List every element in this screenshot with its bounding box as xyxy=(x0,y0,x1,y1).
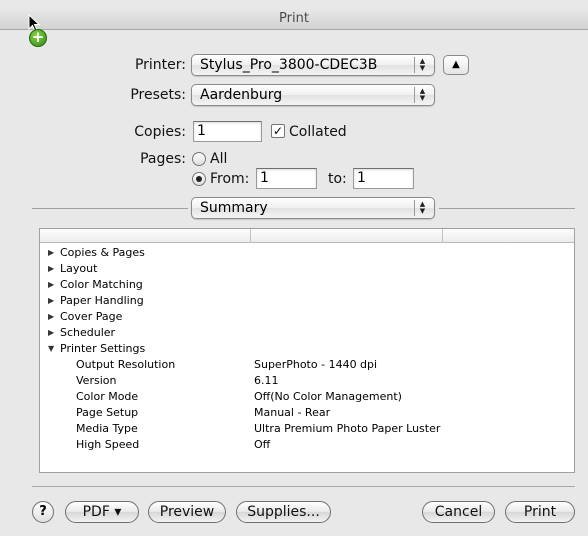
triangle-down-icon: ▼ xyxy=(48,344,55,353)
triangle-right-icon: ▶ xyxy=(48,248,55,257)
cancel-button[interactable]: Cancel xyxy=(422,501,495,523)
copies-field[interactable]: 1 xyxy=(193,121,262,142)
summary-list[interactable]: ▶ Copies & Pages ▶ Layout ▶ Color Matchi… xyxy=(39,228,575,473)
section-label: Printer Settings xyxy=(60,342,146,355)
section-cover-page[interactable]: ▶ Cover Page xyxy=(40,309,574,325)
pages-to-label: to: xyxy=(328,171,347,187)
triangle-right-icon: ▶ xyxy=(48,328,55,337)
section-label: Color Matching xyxy=(60,278,143,291)
section-label: Copies & Pages xyxy=(60,246,145,259)
pages-from-label: From: xyxy=(210,171,250,187)
setting-value: Ultra Premium Photo Paper Luster xyxy=(254,422,441,435)
pages-from-radio[interactable] xyxy=(192,172,206,186)
print-dialog: Print + Printer: Stylus_Pro_3800-CDEC3B … xyxy=(0,0,588,536)
setting-value: SuperPhoto - 1440 dpi xyxy=(254,358,378,371)
column-divider xyxy=(442,229,443,243)
setting-name: Output Resolution xyxy=(76,358,176,371)
presets-value: Aardenburg xyxy=(200,87,283,103)
panel-value: Summary xyxy=(200,200,268,216)
column-divider xyxy=(250,229,251,243)
pages-all-label: All xyxy=(210,151,228,167)
setting-name: High Speed xyxy=(76,438,140,451)
updown-arrows-icon: ▲ ▼ xyxy=(414,57,430,73)
setting-name: Version xyxy=(76,374,117,387)
section-copies-pages[interactable]: ▶ Copies & Pages xyxy=(40,245,574,261)
pages-label: Pages: xyxy=(140,151,186,167)
triangle-right-icon: ▶ xyxy=(48,280,55,289)
setting-value: Off xyxy=(254,438,271,451)
pages-all-radio[interactable] xyxy=(192,152,206,166)
setting-row: Color Mode Off(No Color Management) xyxy=(40,389,574,405)
print-button[interactable]: Print xyxy=(505,501,575,523)
pages-from-field[interactable]: 1 xyxy=(256,168,317,189)
section-label: Scheduler xyxy=(60,326,116,339)
presets-label: Presets: xyxy=(130,87,186,103)
preview-button[interactable]: Preview xyxy=(148,501,226,523)
separator-right xyxy=(439,208,575,209)
triangle-right-icon: ▶ xyxy=(48,312,55,321)
setting-name: Media Type xyxy=(76,422,138,435)
setting-row: Page Setup Manual - Rear xyxy=(40,405,574,421)
printer-value: Stylus_Pro_3800-CDEC3B xyxy=(200,57,378,73)
plus-badge-icon: + xyxy=(29,29,47,47)
triangle-up-icon: ▲ xyxy=(452,59,460,70)
pdf-button[interactable]: PDF ▾ xyxy=(65,501,139,523)
help-button[interactable]: ? xyxy=(32,501,54,523)
disclosure-button[interactable]: ▲ xyxy=(443,55,469,75)
summary-column-header xyxy=(40,229,574,243)
setting-row: Version 6.11 xyxy=(40,373,574,389)
presets-popup[interactable]: Aardenburg ▲ ▼ xyxy=(191,84,435,106)
setting-row: Media Type Ultra Premium Photo Paper Lus… xyxy=(40,421,574,437)
separator-left xyxy=(32,208,188,209)
bottom-separator xyxy=(32,486,575,487)
section-printer-settings[interactable]: ▼ Printer Settings xyxy=(40,341,574,357)
supplies-button[interactable]: Supplies... xyxy=(236,501,331,523)
section-label: Cover Page xyxy=(60,310,123,323)
setting-value: Manual - Rear xyxy=(254,406,331,419)
setting-name: Page Setup xyxy=(76,406,139,419)
setting-name: Color Mode xyxy=(76,390,139,403)
section-label: Paper Handling xyxy=(60,294,144,307)
setting-value: 6.11 xyxy=(254,374,279,387)
section-label: Layout xyxy=(60,262,98,275)
collated-label: Collated xyxy=(289,124,347,140)
printer-popup[interactable]: Stylus_Pro_3800-CDEC3B ▲ ▼ xyxy=(191,54,435,76)
updown-arrows-icon: ▲ ▼ xyxy=(414,87,430,103)
copies-label: Copies: xyxy=(134,124,186,140)
triangle-right-icon: ▶ xyxy=(48,296,55,305)
section-paper-handling[interactable]: ▶ Paper Handling xyxy=(40,293,574,309)
section-layout[interactable]: ▶ Layout xyxy=(40,261,574,277)
panel-popup[interactable]: Summary ▲ ▼ xyxy=(191,197,435,219)
triangle-right-icon: ▶ xyxy=(48,264,55,273)
section-scheduler[interactable]: ▶ Scheduler xyxy=(40,325,574,341)
updown-arrows-icon: ▲ ▼ xyxy=(414,200,430,216)
collated-checkbox[interactable]: ✓ xyxy=(271,124,285,138)
window-titlebar: Print xyxy=(0,8,588,30)
section-color-matching[interactable]: ▶ Color Matching xyxy=(40,277,574,293)
printer-label: Printer: xyxy=(134,57,186,73)
setting-value: Off(No Color Management) xyxy=(254,390,402,403)
pages-to-field[interactable]: 1 xyxy=(353,168,414,189)
setting-row: Output Resolution SuperPhoto - 1440 dpi xyxy=(40,357,574,373)
setting-row: High Speed Off xyxy=(40,437,574,453)
